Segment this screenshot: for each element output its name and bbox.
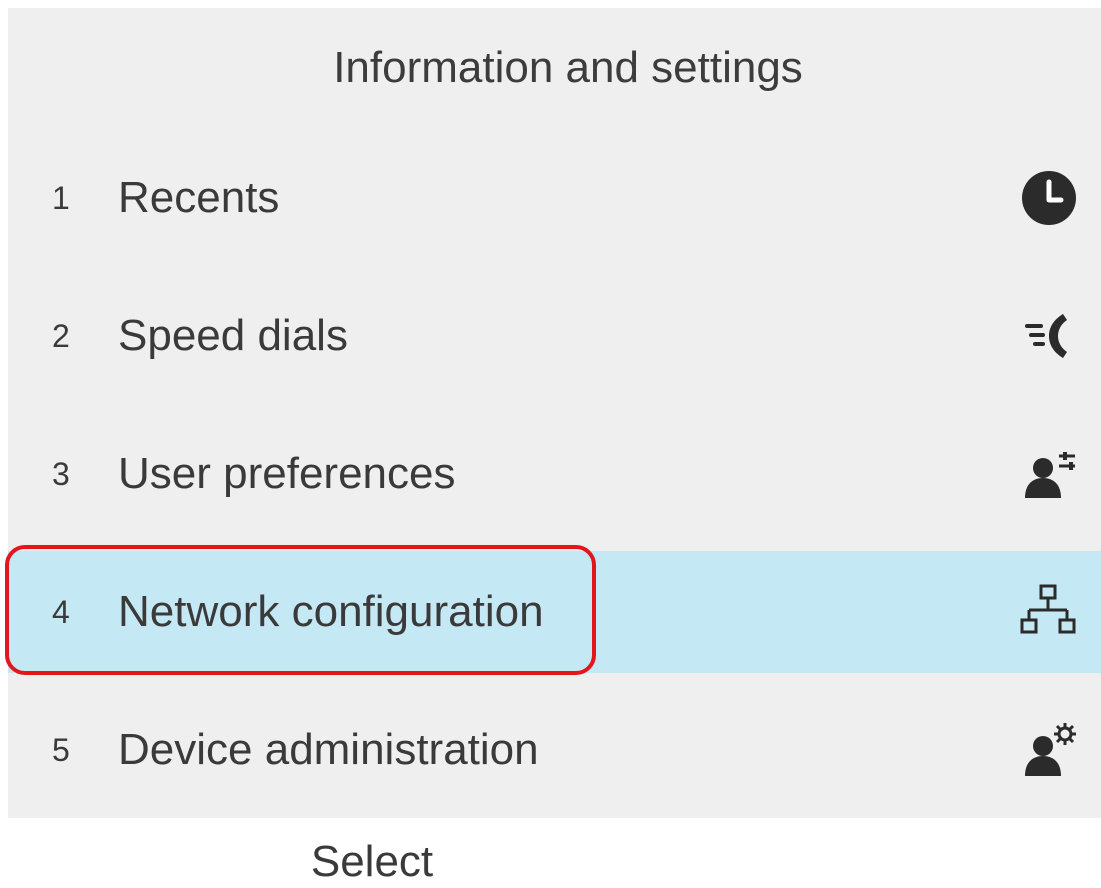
menu-item-recents[interactable]: 1 Recents — [8, 137, 1101, 259]
menu-item-label: Recents — [118, 173, 280, 222]
menu-item-label: User preferences — [118, 449, 456, 498]
select-softkey[interactable]: Select — [272, 836, 472, 888]
menu-item-label: Speed dials — [118, 311, 348, 360]
menu-item-label: Network configuration — [118, 587, 544, 636]
clock-icon — [1019, 168, 1079, 228]
menu-item-number: 2 — [52, 318, 70, 354]
speed-dial-icon — [1019, 306, 1079, 366]
menu-item-device-administration[interactable]: 5 Device administration — [8, 689, 1101, 811]
phone-screen: Information and settings 1 Recents 2 Spe… — [8, 8, 1101, 818]
menu-item-number: 5 — [52, 732, 70, 768]
menu-item-user-preferences[interactable]: 3 User preferences — [8, 413, 1101, 535]
network-icon — [1019, 582, 1079, 642]
menu-item-number: 1 — [52, 180, 70, 216]
menu-item-network-configuration[interactable]: 4 Network configuration — [8, 551, 1101, 673]
menu-item-speed-dials[interactable]: 2 Speed dials — [8, 275, 1101, 397]
menu-item-label: Device administration — [118, 725, 539, 774]
menu-item-number: 3 — [52, 456, 70, 492]
user-preferences-icon — [1019, 444, 1079, 504]
menu-item-number: 4 — [52, 594, 70, 630]
user-gear-icon — [1019, 720, 1079, 780]
page-title: Information and settings — [333, 43, 803, 92]
